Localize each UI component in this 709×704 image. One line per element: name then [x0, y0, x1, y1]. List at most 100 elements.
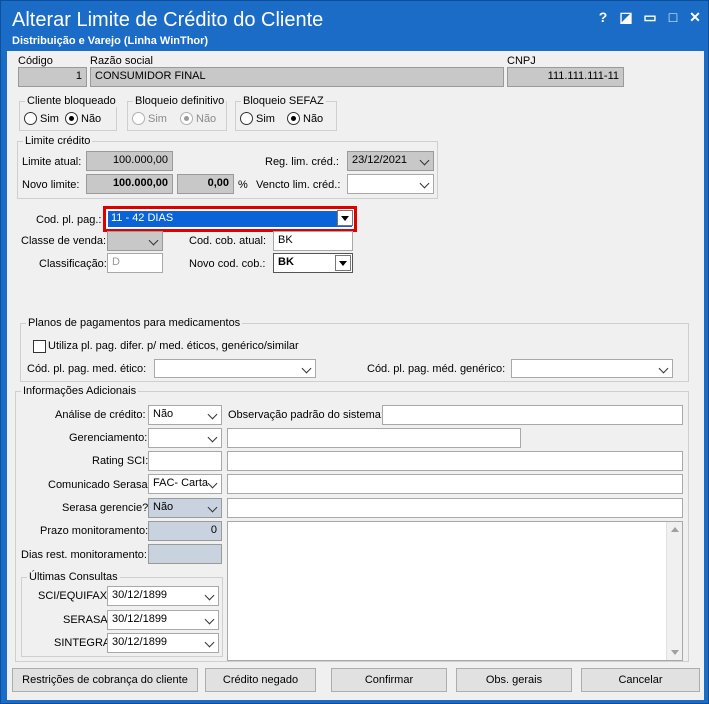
comunicado-serasa-text[interactable]	[227, 474, 683, 494]
informacoes-title: Informações Adicionais	[21, 385, 139, 397]
medicamentos-checkbox[interactable]	[33, 340, 46, 353]
obs-padrao-field[interactable]	[382, 405, 683, 425]
gerenciamento-select[interactable]	[148, 428, 222, 448]
consulta-date-sci[interactable]: 30/12/1899	[107, 586, 219, 606]
bloqueio-definitivo-title: Bloqueio definitivo	[133, 95, 227, 107]
consulta-label-sci: SCI/EQUIFAX	[38, 590, 108, 602]
cod-cob-atual-label: Cod. cob. atual:	[189, 235, 267, 247]
reg-lim-field[interactable]: 23/12/2021	[347, 151, 434, 171]
scroll-down-icon[interactable]	[671, 650, 679, 655]
confirmar-button[interactable]: Confirmar	[331, 668, 447, 692]
dropdown-arrow-icon	[335, 255, 351, 271]
vencto-lim-field[interactable]	[347, 174, 434, 194]
serasa-gerencie-text[interactable]	[227, 498, 683, 518]
cod-pl-pag-select[interactable]: 11 - 42 DIAS	[108, 210, 353, 227]
minimize-icon[interactable]: ▭	[642, 9, 658, 26]
dropdown-arrow-icon[interactable]	[337, 210, 353, 226]
analise-label: Análise de crédito:	[55, 409, 146, 421]
close-icon[interactable]: ✕	[687, 9, 703, 26]
chevron-down-icon	[659, 363, 669, 373]
consulta-label-sintegra: SINTEGRA	[54, 637, 111, 649]
analise-select[interactable]: Não	[148, 405, 222, 425]
medicamentos-check-label: Utiliza pl. pag. difer. p/ med. éticos, …	[48, 340, 299, 352]
chevron-down-icon	[205, 637, 215, 647]
classe-venda-field[interactable]	[107, 231, 163, 251]
vencto-lim-label: Vencto lim. créd.:	[256, 179, 341, 191]
window: Alterar Limite de Crédito do Cliente Dis…	[0, 0, 709, 704]
obs-gerais-button[interactable]: Obs. gerais	[456, 668, 572, 692]
cod-cob-atual-field: BK	[273, 231, 353, 251]
reg-lim-label: Reg. lim. créd.:	[265, 156, 339, 168]
razao-label: Razão social	[90, 55, 153, 67]
cnpj-label: CNPJ	[507, 55, 536, 67]
gerenciamento-label: Gerenciamento:	[69, 432, 148, 444]
codigo-field: 1	[18, 67, 87, 87]
classificacao-field: D	[107, 253, 163, 273]
bloqueado-sim-radio[interactable]: Sim	[24, 112, 59, 125]
scroll-up-icon[interactable]	[671, 527, 679, 532]
restore-icon[interactable]: ◪	[618, 9, 634, 26]
limite-credito-title: Limite crédito	[23, 135, 93, 147]
definitivo-sim-radio: Sim	[132, 112, 167, 125]
bloqueio-sefaz-title: Bloqueio SEFAZ	[241, 95, 326, 107]
razao-field: CONSUMIDOR FINAL	[90, 67, 504, 87]
obs-memo[interactable]	[227, 521, 683, 661]
medicamentos-title: Planos de pagamentos para medicamentos	[26, 317, 243, 329]
chevron-down-icon	[420, 155, 430, 165]
gerenciamento-text[interactable]	[227, 428, 521, 448]
classificacao-label: Classificação:	[39, 258, 107, 270]
restricoes-button[interactable]: Restrições de cobrança do cliente	[12, 668, 198, 692]
cnpj-field: 111.111.111-11	[507, 67, 624, 87]
consulta-label-serasa: SERASA	[63, 614, 108, 626]
dias-rest-field	[148, 544, 222, 564]
bloqueio-sefaz-group: Bloqueio SEFAZ Sim Não	[235, 95, 337, 131]
limite-atual-field: 100.000,00	[86, 151, 173, 171]
bloqueio-definitivo-group: Bloqueio definitivo Sim Não	[127, 95, 227, 131]
window-title: Alterar Limite de Crédito do Cliente	[12, 9, 324, 31]
chevron-down-icon	[205, 590, 215, 600]
pl-etico-field[interactable]	[154, 359, 316, 378]
prazo-monitoramento-label: Prazo monitoramento:	[40, 525, 149, 537]
rating-text[interactable]	[227, 451, 683, 471]
sefaz-sim-radio[interactable]: Sim	[240, 112, 275, 125]
window-subtitle: Distribuição e Varejo (Linha WinThor)	[12, 35, 209, 47]
serasa-gerencie-select[interactable]: Não	[148, 498, 222, 518]
help-icon[interactable]: ?	[595, 9, 611, 25]
ultimas-consultas-title: Últimas Consultas	[27, 571, 120, 583]
cod-pl-pag-label: Cod. pl. pag.:	[36, 214, 102, 226]
chevron-down-icon	[205, 614, 215, 624]
percentual-field[interactable]: 0,00	[177, 174, 234, 194]
rating-field[interactable]	[148, 451, 222, 471]
chevron-down-icon	[149, 235, 159, 245]
novo-limite-label: Novo limite:	[22, 179, 80, 191]
form-body: Código 1 Razão social CONSUMIDOR FINAL C…	[7, 51, 704, 700]
credito-negado-button[interactable]: Crédito negado	[205, 668, 316, 692]
pl-generico-field[interactable]	[511, 359, 673, 378]
rating-label: Rating SCI:	[92, 455, 149, 467]
chevron-down-icon	[208, 478, 218, 488]
limite-atual-label: Limite atual:	[22, 156, 82, 168]
prazo-monitoramento-field: 0	[148, 521, 222, 541]
comunicado-serasa-label: Comunicado Serasa:	[48, 479, 151, 491]
chevron-down-icon	[302, 363, 312, 373]
serasa-gerencie-label: Serasa gerencie?	[62, 502, 149, 514]
cod-pl-pag-highlight: 11 - 42 DIAS	[103, 206, 357, 232]
consulta-date-sintegra[interactable]: 30/12/1899	[107, 633, 219, 653]
comunicado-serasa-select[interactable]: FAC- Carta	[148, 474, 222, 494]
memo-scrollbar[interactable]	[666, 522, 682, 660]
consulta-date-serasa[interactable]: 30/12/1899	[107, 610, 219, 630]
chevron-down-icon	[420, 178, 430, 188]
classe-venda-label: Classe de venda:	[21, 235, 106, 247]
cancelar-button[interactable]: Cancelar	[581, 668, 700, 692]
novo-cod-cob-select[interactable]: BK	[273, 253, 353, 273]
novo-cod-cob-label: Novo cod. cob.:	[189, 258, 266, 270]
bloqueado-nao-radio[interactable]: Não	[65, 112, 101, 125]
pl-generico-label: Cód. pl. pag. méd. genérico:	[367, 363, 506, 375]
maximize-icon[interactable]: □	[665, 9, 681, 25]
novo-limite-field[interactable]: 100.000,00	[86, 174, 173, 194]
percent-sign: %	[238, 179, 248, 191]
cliente-bloqueado-title: Cliente bloqueado	[25, 95, 118, 107]
sefaz-nao-radio[interactable]: Não	[287, 112, 323, 125]
chevron-down-icon	[208, 502, 218, 512]
definitivo-nao-radio: Não	[180, 112, 216, 125]
